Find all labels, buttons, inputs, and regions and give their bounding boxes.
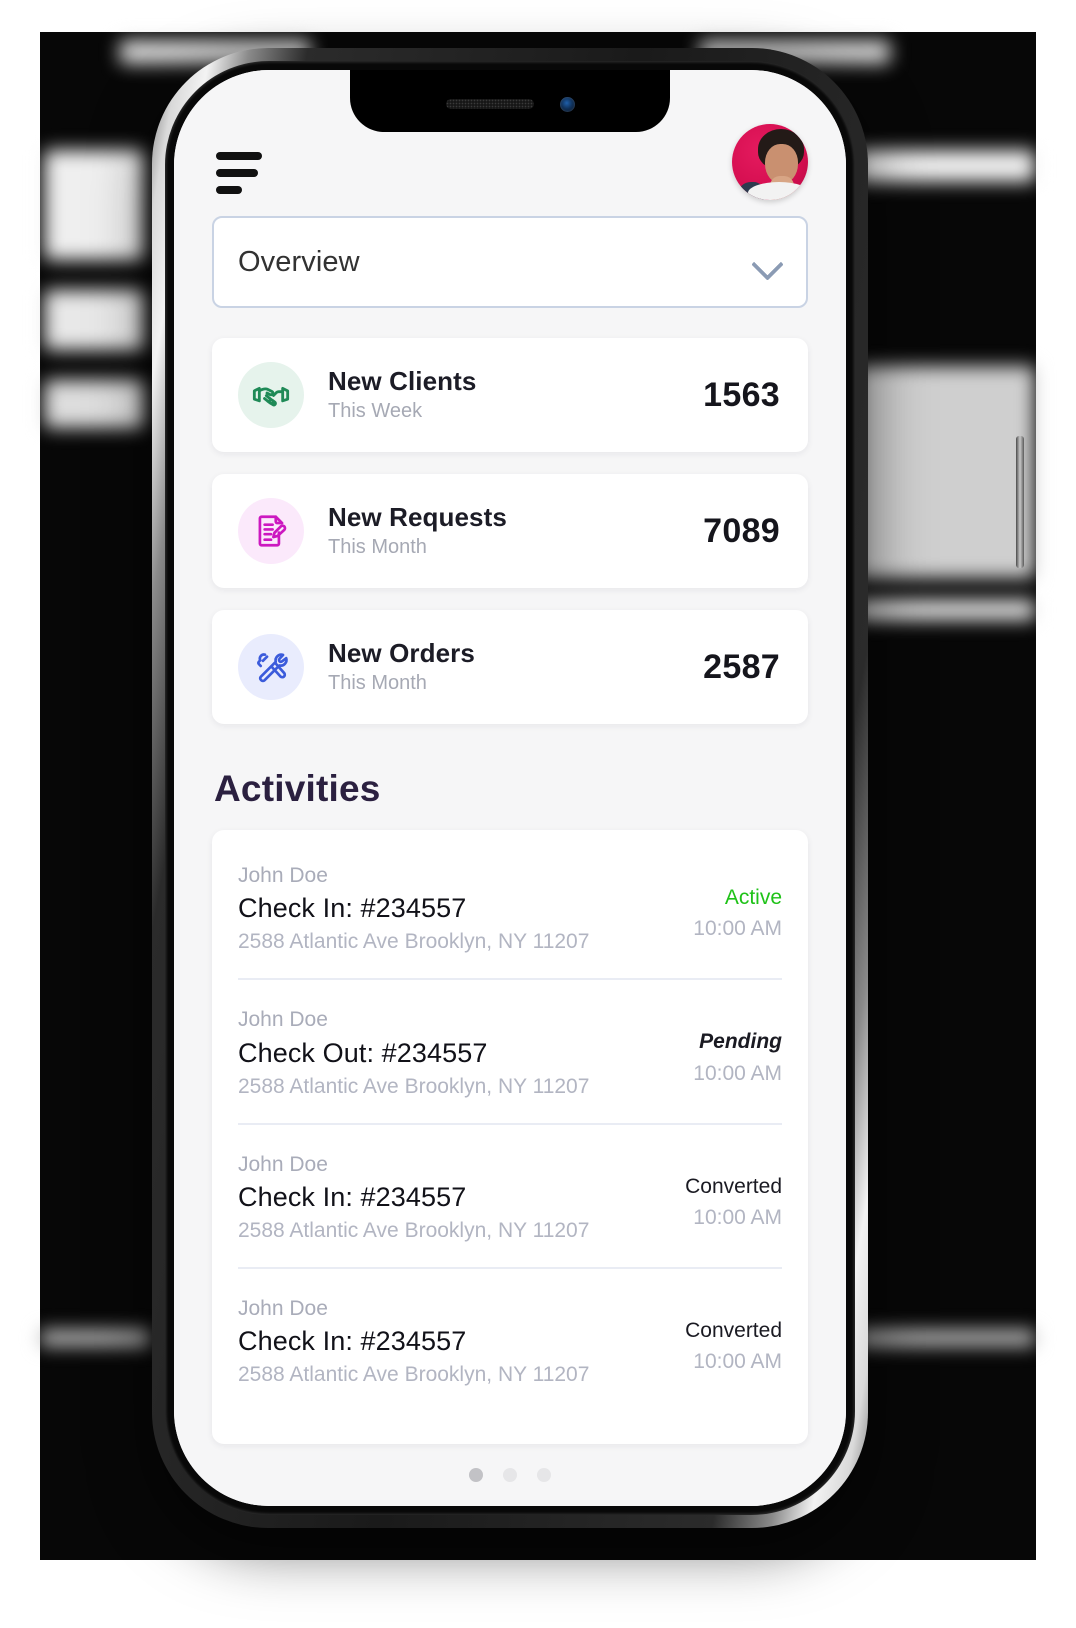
activity-time: 10:00 AM — [693, 1205, 782, 1229]
stat-period: This Month — [328, 535, 427, 558]
page-title: Activities — [214, 768, 381, 809]
pagination-dots — [212, 1444, 808, 1506]
activity-time: 10:00 AM — [693, 1350, 782, 1374]
activity-title: Check In: #234557 — [238, 893, 467, 924]
list-item[interactable]: John Doe Check In: #234557 2588 Atlantic… — [238, 1269, 782, 1411]
stat-period: This Week — [328, 399, 423, 422]
background-shape — [44, 290, 144, 350]
handshake-icon — [238, 362, 304, 428]
stat-text-block: New Requests This Month — [328, 502, 703, 559]
background-shape — [855, 150, 1035, 182]
list-item[interactable]: John Doe Check Out: #234557 2588 Atlanti… — [238, 980, 782, 1125]
status-badge: Pending — [699, 1030, 782, 1054]
hamburger-bar — [216, 152, 262, 160]
activity-time: 10:00 AM — [693, 917, 782, 941]
document-edit-icon — [238, 498, 304, 564]
tools-icon — [238, 634, 304, 700]
app-viewport: Overview New Clients This Week 1563 New … — [174, 70, 846, 1506]
background-shape — [44, 380, 144, 428]
activity-title: Check Out: #234557 — [238, 1037, 488, 1068]
activity-meta: Converted 10:00 AM — [685, 1151, 782, 1230]
activities-list: John Doe Check In: #234557 2588 Atlantic… — [212, 830, 808, 1444]
activity-address: 2588 Atlantic Ave Brooklyn, NY 11207 — [238, 930, 590, 954]
overview-dropdown[interactable]: Overview — [212, 216, 808, 308]
activity-person: John Doe — [238, 864, 328, 887]
pagination-dot-1[interactable] — [469, 1468, 483, 1482]
phone-screen: Overview New Clients This Week 1563 New … — [174, 70, 846, 1506]
status-badge: Converted — [685, 1174, 782, 1198]
stat-value: 7089 — [703, 511, 780, 550]
background-shape — [40, 1330, 150, 1346]
activity-main: John Doe Check In: #234557 2588 Atlantic… — [238, 1151, 589, 1243]
phone-device: Overview New Clients This Week 1563 New … — [152, 48, 1024, 1528]
list-item[interactable]: John Doe Check In: #234557 2588 Atlantic… — [238, 1125, 782, 1269]
stat-text-block: New Orders This Month — [328, 638, 703, 695]
pagination-dot-2[interactable] — [503, 1468, 517, 1482]
stat-value: 2587 — [703, 647, 780, 686]
activity-title: Check In: #234557 — [238, 1326, 467, 1357]
stat-card-new-requests[interactable]: New Requests This Month 7089 — [212, 474, 808, 588]
avatar-shoulder — [748, 182, 808, 200]
background-shape — [855, 366, 1035, 578]
activity-address: 2588 Atlantic Ave Brooklyn, NY 11207 — [238, 1218, 590, 1242]
power-button[interactable] — [1016, 436, 1024, 568]
stat-value: 1563 — [703, 375, 780, 414]
pagination-dot-3[interactable] — [537, 1468, 551, 1482]
background-shape — [855, 600, 1035, 620]
avatar[interactable] — [732, 124, 808, 200]
background-shape — [855, 1330, 1035, 1346]
stat-card-new-clients[interactable]: New Clients This Week 1563 — [212, 338, 808, 452]
activity-main: John Doe Check Out: #234557 2588 Atlanti… — [238, 1006, 589, 1098]
status-badge: Converted — [685, 1318, 782, 1342]
activity-main: John Doe Check In: #234557 2588 Atlantic… — [238, 862, 589, 954]
stat-text-block: New Clients This Week — [328, 366, 703, 423]
phone-bezel: Overview New Clients This Week 1563 New … — [165, 61, 855, 1515]
stat-title: New Orders — [328, 638, 475, 669]
activity-person: John Doe — [238, 1008, 328, 1032]
chevron-down-icon[interactable] — [754, 249, 780, 275]
background-shape — [44, 150, 144, 260]
front-camera-icon — [559, 96, 575, 112]
dropdown-selected-value: Overview — [238, 245, 360, 278]
activity-meta: Active 10:00 AM — [693, 862, 782, 941]
activity-title: Check In: #234557 — [238, 1181, 467, 1212]
hamburger-bar — [216, 186, 242, 194]
activity-person: John Doe — [238, 1152, 328, 1176]
status-badge: Active — [724, 886, 782, 909]
activity-meta: Converted 10:00 AM — [685, 1295, 782, 1374]
stat-card-new-orders[interactable]: New Orders This Month 2587 — [212, 610, 808, 724]
stat-title: New Clients — [328, 366, 477, 397]
activity-address: 2588 Atlantic Ave Brooklyn, NY 11207 — [238, 1074, 590, 1098]
stat-title: New Requests — [328, 502, 507, 533]
phone-notch — [350, 70, 670, 132]
activity-person: John Doe — [238, 1296, 328, 1320]
activity-meta: Pending 10:00 AM — [693, 1006, 782, 1085]
hamburger-menu-icon[interactable] — [212, 146, 266, 200]
activity-time: 10:00 AM — [693, 1061, 782, 1085]
activity-address: 2588 Atlantic Ave Brooklyn, NY 11207 — [238, 1363, 590, 1387]
hamburger-bar — [216, 169, 258, 177]
stat-period: This Month — [328, 671, 427, 694]
activity-main: John Doe Check In: #234557 2588 Atlantic… — [238, 1295, 589, 1387]
list-item[interactable]: John Doe Check In: #234557 2588 Atlantic… — [238, 836, 782, 981]
earpiece-speaker-icon — [445, 99, 534, 109]
